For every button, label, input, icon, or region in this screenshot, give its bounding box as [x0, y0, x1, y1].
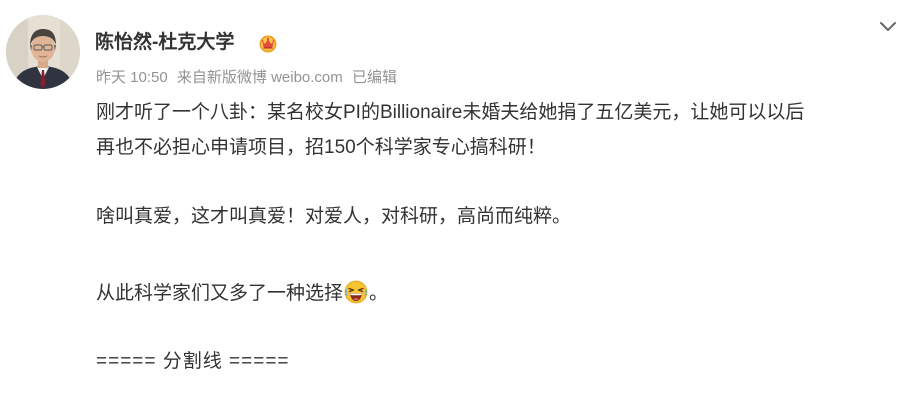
edited-label[interactable]: 已编辑	[352, 69, 397, 86]
post-text-line: 从此科学家们又多了一种选择 。	[96, 280, 388, 307]
post-source[interactable]: 新版微博 weibo.com	[207, 69, 343, 86]
post-text-line: 刚才听了一个八卦：某名校女PI的Billionaire未婚夫给她捐了五亿美元，让…	[96, 102, 805, 123]
vip-crown-icon[interactable]	[258, 33, 278, 53]
user-avatar	[6, 15, 80, 89]
source-prefix: 来自	[176, 69, 207, 86]
post-text-segment: 从此科学家们又多了一种选择	[96, 283, 344, 304]
post-text-line: 再也不必担心申请项目，招150个科学家专心搞科研！	[96, 137, 546, 158]
post-text-segment: 。	[369, 283, 389, 304]
author-name[interactable]: 陈怡然-杜克大学	[95, 31, 234, 55]
post-time[interactable]: 昨天 10:50	[96, 69, 168, 86]
laughing-emoji	[344, 280, 368, 304]
post-meta: 昨天 10:50 来自新版微博 weibo.com 已编辑	[96, 68, 402, 88]
author-avatar[interactable]	[6, 15, 80, 89]
post-text-line: 啥叫真爱，这才叫真爱！对爱人，对科研，高尚而纯粹。	[96, 206, 572, 227]
chevron-down-icon[interactable]	[876, 15, 900, 39]
post-text-line: ===== 分割线 =====	[96, 351, 290, 372]
